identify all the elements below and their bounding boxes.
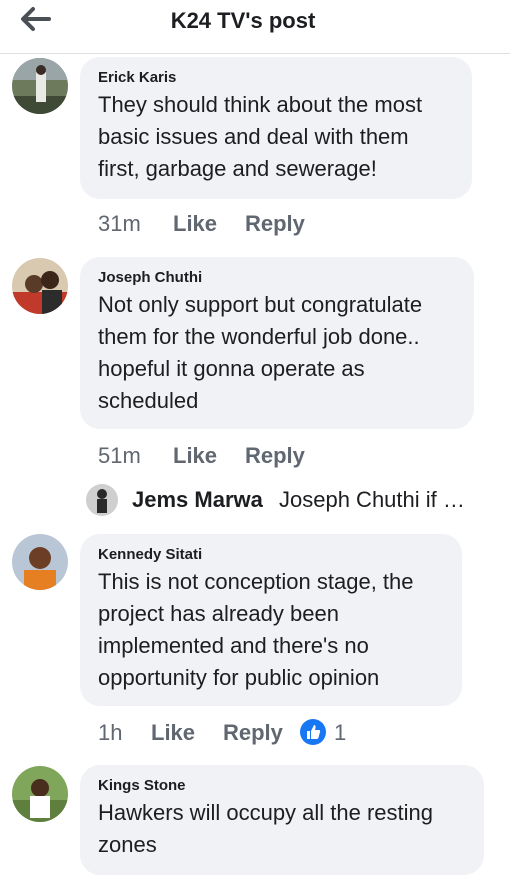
reaction-count[interactable]: 1: [334, 719, 346, 747]
comment-line: This is not conception stage, the: [98, 569, 414, 594]
comment-line: first, garbage and sewerage!: [98, 156, 377, 181]
comment-line: They should think about the most: [98, 92, 423, 117]
page-title: K24 TV's post: [170, 8, 316, 33]
thumbs-up-icon[interactable]: [300, 719, 326, 745]
comment-bubble: Kennedy Sitati This is not conception st…: [80, 534, 462, 706]
comment-line: zones: [98, 832, 157, 857]
comment-line: them for the wonderful job done..: [98, 324, 420, 349]
avatar-jems-marwa[interactable]: [86, 484, 118, 516]
reply-button[interactable]: Reply: [245, 210, 305, 238]
avatar-joseph-chuthi[interactable]: [12, 258, 68, 314]
comment-time: 31m: [98, 211, 141, 236]
comment-author[interactable]: Kings Stone: [98, 777, 466, 795]
comment-line: implemented and there's no: [98, 633, 369, 658]
like-button[interactable]: Like: [151, 719, 195, 747]
reply-preview[interactable]: Jems Marwa Joseph Chuthi if …: [86, 482, 496, 518]
avatar-kings-stone[interactable]: [12, 766, 68, 822]
comment-bubble: Joseph Chuthi Not only support but congr…: [80, 257, 474, 429]
like-button[interactable]: Like: [173, 442, 217, 470]
comment-line: Not only support but congratulate: [98, 292, 423, 317]
reply-button[interactable]: Reply: [245, 442, 305, 470]
avatar-kennedy-sitati[interactable]: [12, 534, 68, 590]
comment-author[interactable]: Joseph Chuthi: [98, 269, 456, 287]
like-button[interactable]: Like: [173, 210, 217, 238]
comment-line: scheduled: [98, 388, 199, 413]
comment-line: opportunity for public opinion: [98, 665, 380, 690]
comment-line: hopeful it gonna operate as: [98, 356, 365, 381]
comment-line: Hawkers will occupy all the resting: [98, 800, 434, 825]
reply-author[interactable]: Jems Marwa: [132, 487, 263, 513]
comment-line: basic issues and deal with them: [98, 124, 409, 149]
comment-author[interactable]: Erick Karis: [98, 69, 454, 87]
comment-time: 1h: [98, 720, 123, 745]
comment-author[interactable]: Kennedy Sitati: [98, 546, 444, 564]
comment-bubble: Kings Stone Hawkers will occupy all the …: [80, 765, 484, 875]
reply-snippet[interactable]: Joseph Chuthi if …: [279, 487, 465, 513]
avatar-erick-karis[interactable]: [12, 58, 68, 114]
comment-line: project has already been: [98, 601, 339, 626]
comment-time: 51m: [98, 443, 141, 468]
post-header: K24 TV's post: [0, 0, 510, 54]
reply-button[interactable]: Reply: [223, 719, 283, 747]
comment-bubble: Erick Karis They should think about the …: [80, 57, 472, 199]
